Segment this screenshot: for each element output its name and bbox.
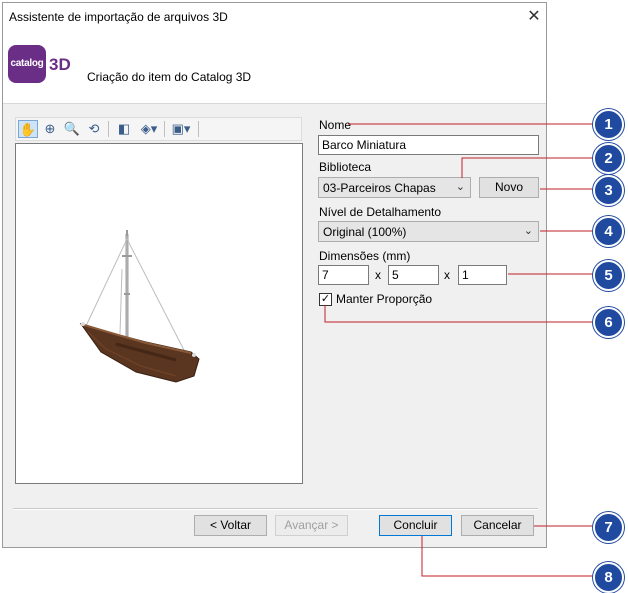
callout-badge: 8 bbox=[593, 562, 624, 593]
callout-lines bbox=[324, 123, 595, 577]
callout-badge: 6 bbox=[593, 307, 624, 338]
callout-badge: 5 bbox=[593, 260, 624, 291]
callout-badge: 2 bbox=[593, 143, 624, 174]
callout-badge: 1 bbox=[593, 109, 624, 140]
callout-badge: 7 bbox=[593, 512, 624, 543]
callout-badge: 4 bbox=[593, 216, 624, 247]
callout-badge: 3 bbox=[593, 175, 624, 206]
